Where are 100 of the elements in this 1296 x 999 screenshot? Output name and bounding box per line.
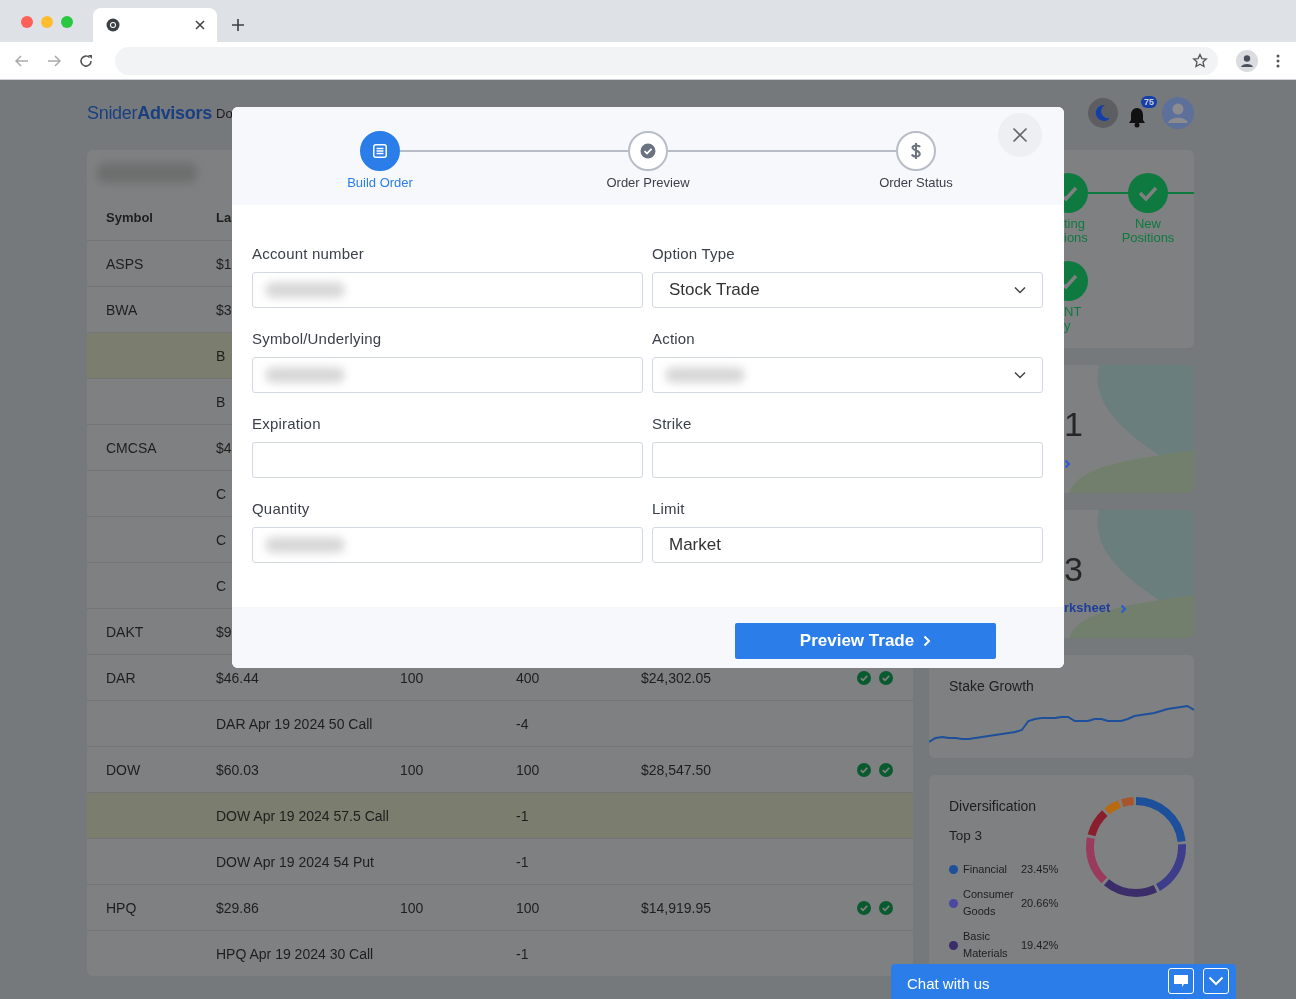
select-field[interactable]: Stock Trade	[652, 272, 1043, 308]
chevron-right-icon	[923, 635, 932, 647]
table-cell-text: DOW Apr 19 2024 57.5 Call	[216, 807, 390, 824]
chevron-right-icon[interactable]	[1120, 604, 1127, 614]
legend-value: 19.42%	[1021, 937, 1059, 953]
input-field[interactable]	[252, 272, 643, 308]
table-row[interactable]: DOW Apr 19 2024 54 Put -1	[87, 838, 913, 884]
table-cell-text: DAR	[106, 669, 137, 686]
field-label: Limit	[652, 500, 686, 517]
table-cell-text: 100	[400, 761, 425, 778]
minimize-window-icon[interactable]	[41, 16, 53, 28]
bell-icon[interactable]	[1127, 106, 1147, 128]
step-label[interactable]: Order Preview	[606, 175, 690, 190]
legend-value: 20.66%	[1021, 895, 1059, 911]
card-title: Diversification	[948, 797, 1038, 814]
table-cell-text: $14,919.95	[641, 899, 713, 916]
close-icon[interactable]	[195, 20, 205, 30]
table-cell-text: C	[216, 531, 228, 548]
browser-tab[interactable]	[93, 8, 217, 42]
table-row[interactable]: HPQ $29.86 100 100 $14,919.95	[87, 884, 913, 930]
table-cell-text: $29.86	[216, 899, 260, 916]
step-label[interactable]: Build Order	[347, 175, 413, 190]
browser-logo-icon	[106, 18, 120, 32]
card-subtitle: Top 3	[948, 827, 984, 843]
reload-icon[interactable]	[79, 53, 93, 68]
table-cell-text: -1	[516, 853, 530, 870]
list-icon	[373, 144, 387, 158]
table-cell-text: B	[216, 347, 227, 364]
field-label: Quantity	[252, 500, 311, 517]
field-label: Action	[652, 330, 696, 347]
table-cell-text: 100	[400, 669, 425, 686]
speech-bubble-icon	[1173, 974, 1189, 988]
card-title: Stake Growth	[948, 677, 1035, 694]
table-cell-text: ASPS	[106, 255, 145, 272]
legend-label: Basic Materials	[963, 929, 1009, 961]
chevron-down-icon	[1014, 286, 1026, 294]
select-field[interactable]	[652, 357, 1043, 393]
profile-icon[interactable]	[1236, 49, 1258, 72]
highlighted-row[interactable]: DOW Apr 19 2024 57.5 Call -1	[87, 792, 913, 838]
close-button[interactable]	[998, 113, 1042, 157]
chevron-down-icon	[1014, 371, 1026, 379]
table-cell-text: HPQ Apr 19 2024 30 Call	[216, 945, 375, 962]
input-field[interactable]	[252, 527, 643, 563]
close-window-icon[interactable]	[21, 16, 33, 28]
step-label: ting ions	[1064, 217, 1088, 245]
avatar-icon[interactable]	[1162, 97, 1194, 129]
back-arrow-icon[interactable]	[15, 54, 29, 67]
notification-badge: 75	[1141, 96, 1157, 108]
input-field[interactable]	[652, 442, 1043, 478]
table-row[interactable]: DAR Apr 19 2024 50 Call -4	[87, 700, 913, 746]
table-cell-text: $9	[216, 623, 233, 640]
column-header[interactable]: Symbol	[106, 210, 216, 225]
table-cell-text: DOW	[106, 761, 142, 778]
table-cell-text: -1	[516, 807, 530, 824]
chevron-down-icon	[1208, 976, 1224, 986]
step-indicator[interactable]	[628, 131, 668, 171]
table-cell-text: $4	[216, 439, 233, 456]
table-cell-text: -1	[516, 945, 530, 962]
moon-icon[interactable]	[1088, 98, 1118, 128]
stat-value: 3	[1064, 550, 1083, 589]
table-cell-text: BWA	[106, 301, 139, 318]
chat-bar[interactable]: Chat with us	[891, 964, 1236, 999]
table-cell-text: 100	[516, 761, 541, 778]
table-cell-text: B	[216, 393, 227, 410]
logo[interactable]: SniderAdvisors	[87, 102, 216, 124]
table-cell-text: CMCSA	[106, 439, 158, 456]
step-indicator[interactable]	[896, 131, 936, 171]
stat-value: 1	[1064, 405, 1083, 444]
field-label: Expiration	[252, 415, 322, 432]
table-cell-text: 100	[516, 899, 541, 916]
chevron-right-icon[interactable]	[1064, 459, 1071, 469]
table-cell-text: HPQ	[106, 899, 138, 916]
input-field[interactable]	[252, 442, 643, 478]
legend-label: Financial	[963, 862, 1009, 877]
table-cell-text: DOW Apr 19 2024 54 Put	[216, 853, 375, 870]
star-icon[interactable]	[1192, 52, 1208, 69]
legend-value: 23.45%	[1021, 862, 1059, 877]
maximize-window-icon[interactable]	[61, 16, 73, 28]
chat-bubble-button[interactable]	[1168, 968, 1194, 994]
table-cell-text: DAR Apr 19 2024 50 Call	[216, 715, 374, 732]
field-label: Strike	[652, 415, 693, 432]
minimize-chat-button[interactable]	[1203, 968, 1229, 994]
preview-trade-button[interactable]: Preview Trade	[735, 623, 996, 659]
table-cell-text: $60.03	[216, 761, 260, 778]
forward-arrow-icon[interactable]	[47, 54, 61, 67]
input-field[interactable]	[252, 357, 643, 393]
table-cell-text: -4	[516, 715, 530, 732]
table-cell-text: $28,547.50	[641, 761, 713, 778]
menu-icon[interactable]	[1276, 53, 1280, 68]
step-indicator[interactable]	[360, 131, 400, 171]
step-label[interactable]: Order Status	[879, 175, 953, 190]
field-label: Symbol/Underlying	[252, 330, 383, 347]
field-label: Account number	[252, 245, 366, 262]
input-field[interactable]: Market	[652, 527, 1043, 563]
plus-icon[interactable]	[232, 19, 244, 31]
table-cell-text: $46.44	[216, 669, 260, 686]
field-label: Option Type	[652, 245, 736, 262]
dollar-icon	[910, 142, 922, 160]
worksheet-link[interactable]: rksheet	[1064, 600, 1111, 615]
table-cell-text: $3	[216, 301, 233, 318]
